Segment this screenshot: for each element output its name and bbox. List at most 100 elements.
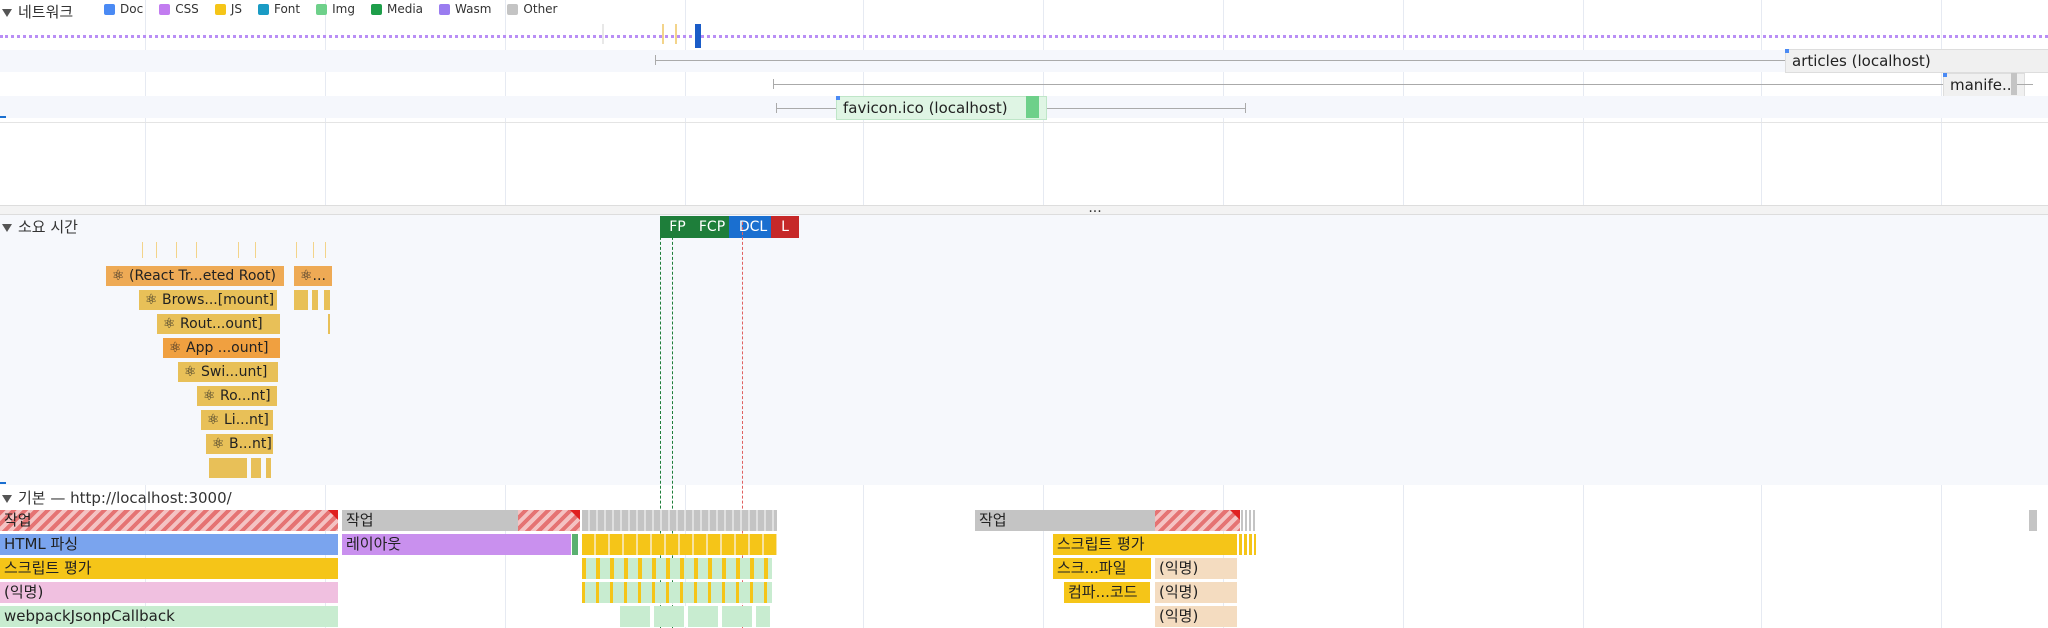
timings-track-header[interactable]: 소요 시간 [2, 216, 78, 237]
legend-swatch [439, 3, 451, 15]
react-block[interactable] [266, 458, 271, 478]
react-block[interactable] [328, 314, 330, 334]
react-block[interactable] [251, 458, 261, 478]
legend-swatch [316, 3, 328, 15]
legend-item-wasm: Wasm [439, 2, 491, 16]
task-block[interactable]: 작업 [975, 510, 1240, 531]
request-articles[interactable]: articles (localhost) [1785, 49, 2048, 73]
react-block[interactable] [324, 290, 330, 310]
task-block-long[interactable]: 작업 [0, 510, 338, 531]
request-marker [836, 96, 840, 100]
react-app-block[interactable]: ⚛ App ...ount] [163, 338, 280, 358]
react-root-block-2[interactable]: ⚛... [294, 266, 332, 286]
legend-swatch [104, 3, 115, 15]
collapse-triangle-icon[interactable] [2, 494, 12, 503]
request-tick [1245, 103, 1246, 113]
divider [0, 122, 2048, 123]
layout-block[interactable]: 레이아웃 [342, 534, 571, 555]
legend-swatch [370, 3, 382, 15]
legend-item-img: Img [316, 2, 355, 16]
task-cluster[interactable] [1241, 510, 1256, 531]
network-request-bar[interactable] [602, 24, 604, 44]
selection-indicator [0, 116, 6, 118]
legend-label: Other [523, 2, 558, 16]
legend-swatch [159, 3, 171, 15]
user-timing-tick [255, 242, 256, 258]
legend-item-css: CSS [159, 2, 199, 16]
task-cluster[interactable] [582, 510, 777, 531]
user-timing-tick [142, 242, 143, 258]
react-switch-block[interactable]: ⚛ Swi...unt] [178, 362, 278, 382]
script-cluster[interactable] [582, 582, 772, 603]
script-cluster[interactable] [620, 606, 770, 627]
request-wait-line [2017, 84, 2033, 85]
react-browser-router-block[interactable]: ⚛ Brows...[mount] [139, 290, 277, 310]
main-title: 기본 — http://localhost:3000/ [18, 489, 232, 507]
script-cluster[interactable] [582, 558, 772, 579]
legend-label: CSS [175, 2, 199, 16]
react-block[interactable] [209, 458, 247, 478]
network-legend: Doc CSS JS Font Img Media Wasm Other [104, 2, 558, 16]
legend-label: Media [386, 2, 424, 16]
user-timing-tick [156, 242, 157, 258]
timings-track-bg [0, 215, 2048, 485]
legend-label: Font [273, 2, 301, 16]
react-route-block[interactable]: ⚛ Ro...nt] [197, 386, 277, 406]
request-wait-line [655, 60, 1785, 61]
legend-swatch [257, 3, 269, 15]
user-timing-tick [196, 242, 197, 258]
task-block[interactable]: 작업 [342, 510, 580, 531]
react-router-block[interactable]: ⚛ Rout...ount] [157, 314, 280, 334]
request-tick [773, 79, 774, 89]
network-title: 네트워크 [18, 3, 74, 21]
anon-block-3[interactable]: (익명) [1155, 582, 1237, 603]
network-track-header[interactable]: 네트워크 [2, 1, 73, 22]
user-timing-tick [296, 242, 297, 258]
react-link-block[interactable]: ⚛ Li...nt] [201, 410, 273, 430]
script-compile-block[interactable]: 스크...파일 [1053, 558, 1151, 579]
react-block[interactable] [312, 290, 318, 310]
html-parse-block[interactable]: HTML 파싱 [0, 534, 338, 555]
paint-block[interactable] [572, 534, 578, 555]
compile-code-block[interactable]: 컴파...코드 [1064, 582, 1150, 603]
anon-block-2[interactable]: (익명) [1155, 558, 1237, 579]
user-timing-tick [325, 242, 326, 258]
request-download-bar [1026, 96, 1039, 118]
request-favicon[interactable]: favicon.ico (localhost) [836, 96, 1047, 120]
script-eval-block-2[interactable]: 스크립트 평가 [1053, 534, 1237, 555]
marker-l[interactable]: L [771, 216, 799, 238]
legend-item-other: Other [507, 2, 558, 16]
react-root-block[interactable]: ⚛ (React Tr...eted Root) [106, 266, 284, 286]
collapse-triangle-icon[interactable] [2, 223, 12, 232]
legend-label: Wasm [455, 2, 492, 16]
request-marker [1785, 49, 1789, 53]
main-track-header[interactable]: 기본 — http://localhost:3000/ [2, 487, 232, 508]
legend-label: JS [230, 2, 242, 16]
anon-block-4[interactable]: (익명) [1155, 606, 1237, 627]
task-block[interactable] [2029, 510, 2037, 531]
script-eval-block[interactable]: 스크립트 평가 [0, 558, 338, 579]
request-marker [1943, 73, 1947, 77]
webpack-callback-block[interactable]: webpackJsonpCallback [0, 606, 338, 627]
react-block[interactable] [294, 290, 308, 310]
request-tick [655, 55, 656, 65]
legend-item-doc: Doc [104, 2, 143, 16]
user-timing-tick [176, 242, 177, 258]
legend-swatch [507, 3, 519, 15]
more-handle[interactable]: ... [1085, 200, 1105, 216]
request-wait-line [773, 84, 1943, 85]
legend-swatch [214, 3, 226, 15]
legend-label: Doc [120, 2, 144, 16]
network-request-bar[interactable] [662, 24, 664, 44]
network-request-bar[interactable] [675, 24, 677, 44]
marker-dcl[interactable]: DCL [729, 216, 777, 238]
legend-item-media: Media [370, 2, 424, 16]
user-timing-tick [238, 242, 239, 258]
anon-block[interactable]: (익명) [0, 582, 338, 603]
react-b-block[interactable]: ⚛ B...nt] [206, 434, 273, 454]
collapse-triangle-icon[interactable] [2, 8, 12, 17]
script-cluster[interactable] [582, 534, 777, 555]
script-cluster[interactable] [1239, 534, 1256, 555]
network-request-bar[interactable] [695, 24, 701, 48]
track-resizer[interactable] [0, 205, 2048, 215]
